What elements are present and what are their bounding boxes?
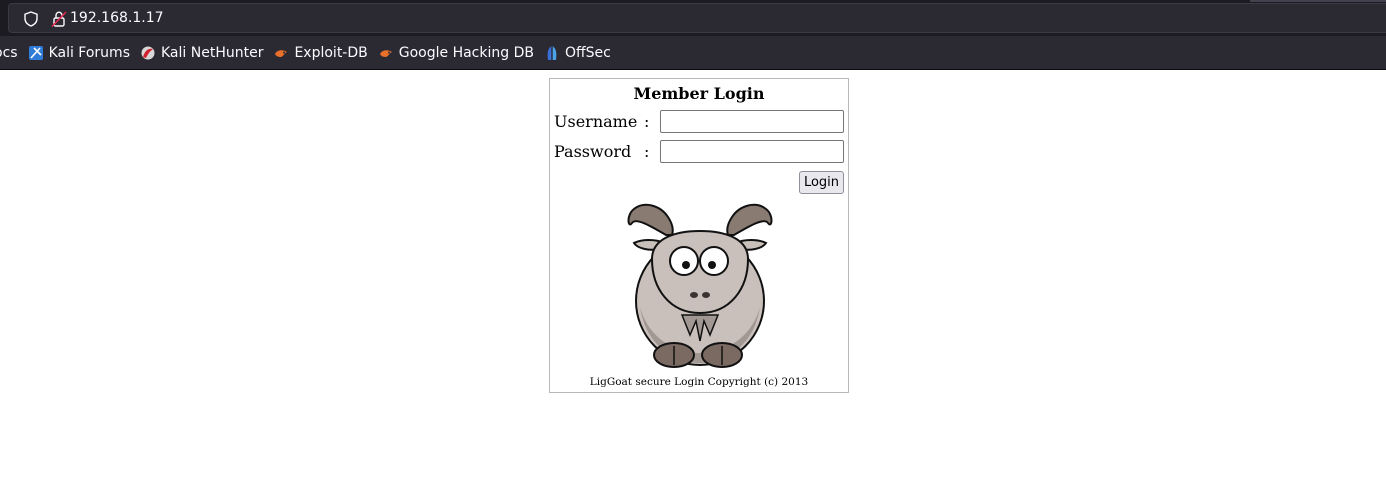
bookmark-label: Google Hacking DB [398, 44, 534, 61]
login-button[interactable]: Login [799, 171, 844, 194]
tracking-protection-shield-icon[interactable] [23, 11, 39, 27]
bookmark-label: Kali NetHunter [161, 44, 264, 61]
bookmark-label: Exploit-DB [294, 44, 368, 61]
kali-nethunter-icon [141, 46, 155, 59]
toolbar-edge [1250, 0, 1386, 2]
bookmark-exploit-db[interactable]: Exploit-DB [269, 41, 373, 65]
login-form: Member Login Username : Password : Login [549, 78, 849, 393]
bookmark-kali-nethunter[interactable]: Kali NetHunter [136, 41, 269, 65]
page-content: Member Login Username : Password : Login [0, 70, 1386, 483]
navigation-toolbar: 192.168.1.17 [0, 0, 1386, 36]
bookmarks-toolbar: ocs Kali Forums Kali NetHunter Exploit-D… [0, 36, 1386, 70]
bookmark-label: OffSec [564, 44, 611, 61]
bookmark-google-hacking-db[interactable]: Google Hacking DB [374, 41, 540, 65]
offsec-icon [547, 45, 557, 60]
bookmark-kali-forums[interactable]: Kali Forums [24, 41, 136, 65]
username-separator: : [644, 112, 650, 131]
password-separator: : [644, 142, 650, 161]
bookmark-docs[interactable]: ocs [0, 41, 24, 65]
bookmark-offsec[interactable]: OffSec [540, 41, 617, 65]
password-input[interactable] [660, 140, 844, 163]
address-bar[interactable]: 192.168.1.17 [8, 3, 1386, 33]
exploit-db-icon [379, 49, 392, 57]
browser-chrome: 192.168.1.17 ocs Kali Forums Kali NetHun… [0, 0, 1386, 70]
goat-image [627, 203, 773, 368]
insecure-lock-icon[interactable] [51, 10, 67, 28]
exploit-db-icon [275, 49, 288, 57]
password-label: Password [554, 142, 632, 161]
url-text[interactable]: 192.168.1.17 [70, 10, 164, 26]
bookmark-label: Kali Forums [48, 44, 130, 61]
username-label: Username [554, 112, 638, 131]
login-title: Member Login [633, 84, 765, 103]
username-input[interactable] [660, 110, 844, 133]
kali-forums-icon [28, 45, 43, 60]
bookmark-label: ocs [0, 44, 18, 61]
copyright-text: LigGoat secure Login Copyright (c) 2013 [589, 376, 809, 388]
